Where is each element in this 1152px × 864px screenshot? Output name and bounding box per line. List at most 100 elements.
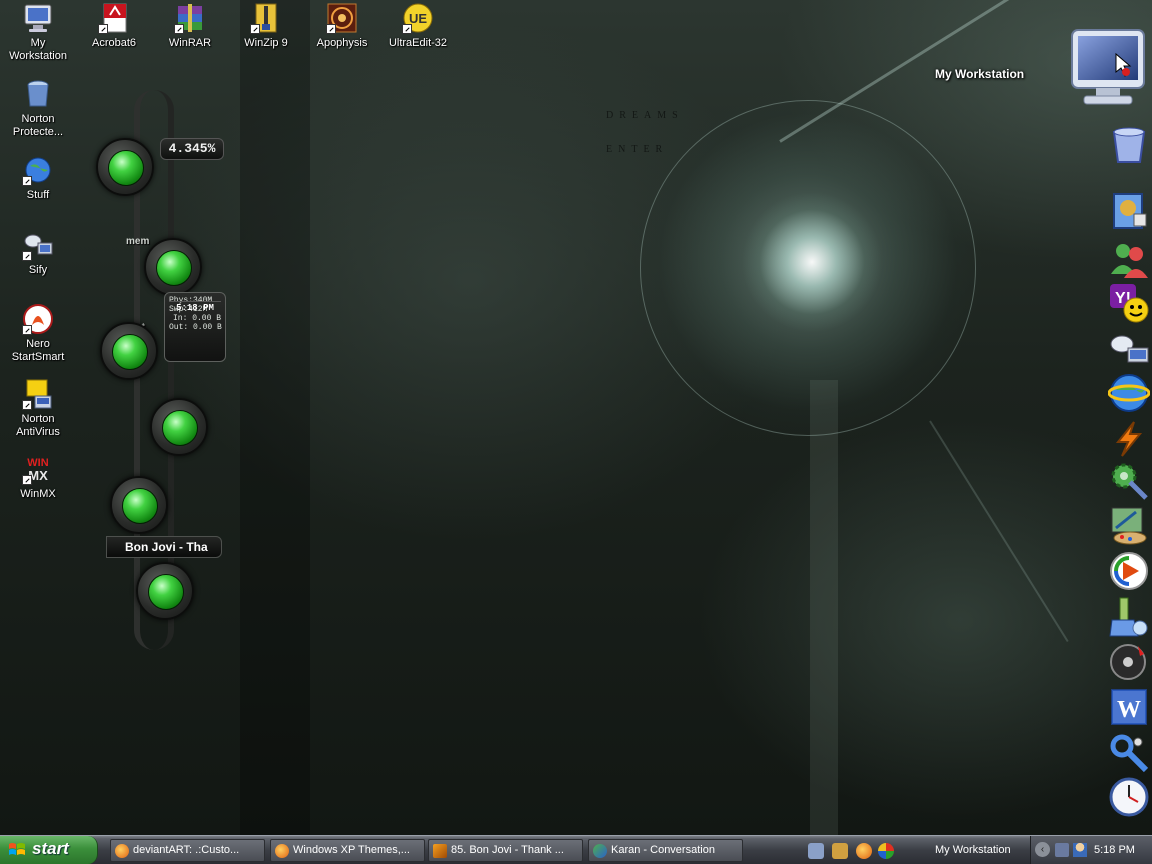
network-tray-icon[interactable] (1055, 843, 1069, 857)
photo-viewer-icon[interactable] (1108, 190, 1150, 232)
norton-bin-icon (22, 78, 54, 110)
shortcut-arrow-icon (250, 24, 260, 34)
media-player-icon[interactable] (1108, 550, 1150, 592)
desktop-icon-nero-startsmart[interactable]: Nero StartSmart (0, 303, 76, 364)
cpu-pod[interactable] (96, 138, 154, 196)
shortcut-arrow-icon (174, 24, 184, 34)
cleaner-icon[interactable] (1108, 596, 1150, 638)
desktop-icon-apophysis[interactable]: Apophysis (304, 2, 380, 50)
internet-explorer-icon[interactable] (1108, 372, 1150, 414)
taskbar-button-label: Windows XP Themes,... (293, 844, 410, 856)
taskbar-button-winamp[interactable]: 85. Bon Jovi - Thank ... (428, 839, 583, 862)
desktop-icon-sify[interactable]: Sify (0, 229, 76, 277)
taskbar-clock[interactable]: 5:18 PM (1094, 844, 1135, 856)
play-button-icon (122, 488, 158, 524)
desktop-icon-my-workstation[interactable]: My Workstation (0, 2, 76, 63)
quicklaunch-firefox-icon[interactable] (856, 843, 872, 859)
taskbar-button-winxp-themes[interactable]: Windows XP Themes,... (270, 839, 425, 862)
winamp-icon[interactable] (1108, 418, 1150, 460)
desktop-icon-ultraedit32[interactable]: UE UltraEdit-32 (380, 2, 456, 50)
player-control-pod[interactable] (110, 476, 168, 534)
disk-pod[interactable] (150, 398, 208, 456)
clock-icon[interactable] (1108, 776, 1150, 818)
desktop-icon-winrar[interactable]: WinRAR (152, 2, 228, 50)
shortcut-arrow-icon (22, 251, 32, 261)
nero-icon (22, 303, 54, 335)
cpu-usage-readout: 4.345% (160, 138, 224, 160)
toolbar-my-workstation[interactable]: My Workstation (935, 844, 1011, 856)
firefox-icon (115, 844, 129, 858)
yahoo-messenger-icon[interactable]: Y! (1108, 282, 1150, 324)
desktop-icon-label: Nero StartSmart (11, 338, 65, 363)
norton-antivirus-icon (22, 378, 54, 410)
shortcut-arrow-icon (22, 325, 32, 335)
winmx-icon: WIN MX (22, 453, 54, 485)
user-tray-icon[interactable] (1073, 843, 1087, 857)
desktop-icon-acrobat6[interactable]: Acrobat6 (76, 2, 152, 50)
dock-title: My Workstation (935, 67, 1025, 81)
player-next-pod[interactable] (136, 562, 194, 620)
firefox-icon (275, 844, 289, 858)
widget-clock: 5:18 PM (169, 301, 221, 358)
desktop-icon-label: UltraEdit-32 (388, 37, 448, 49)
messenger-icon[interactable] (1108, 238, 1150, 280)
desktop-icon-label: Stuff (26, 189, 50, 201)
apophysis-icon (326, 2, 358, 34)
globe-icon (22, 154, 54, 186)
mem-pod[interactable] (144, 238, 202, 296)
paint-icon[interactable] (1108, 504, 1150, 546)
mem-label: mem (126, 236, 150, 247)
cd-player-icon[interactable] (1108, 640, 1150, 682)
wallpaper-stripe (240, 0, 310, 835)
wallpaper-beam-lower (929, 420, 1069, 643)
tools-icon[interactable] (1108, 732, 1150, 774)
desktop-icon-winmx[interactable]: WIN MX WinMX (0, 453, 76, 501)
play-arrow-icon (148, 574, 184, 610)
recycle-bin-icon[interactable] (1108, 124, 1150, 166)
desktop-icon-stuff[interactable]: Stuff (0, 154, 76, 202)
desktop-icon-label: WinRAR (168, 37, 212, 49)
taskbar-button-label: deviantART: .:Custo... (133, 844, 240, 856)
satellite-icon (22, 229, 54, 261)
taskbar-button-conversation[interactable]: Karan - Conversation (588, 839, 743, 862)
tray-expand-icon[interactable]: ‹ (1035, 842, 1050, 857)
quicklaunch-desktop-icon[interactable] (808, 843, 824, 859)
shortcut-arrow-icon (22, 400, 32, 410)
ultraedit-icon: UE (402, 2, 434, 34)
start-label: start (32, 839, 69, 858)
mem-orb-icon (156, 250, 192, 286)
desktop-icon-label: Norton AntiVirus (16, 413, 60, 438)
taskbar-button-label: Karan - Conversation (611, 844, 715, 856)
wallpaper-orb-ring (640, 100, 976, 436)
desktop-icon-label: WinZip 9 (244, 37, 288, 49)
quicklaunch-media-icon[interactable] (878, 843, 894, 859)
start-button[interactable]: start (0, 836, 98, 864)
desktop-icon-label: WinMX (20, 488, 56, 500)
desktop-icon-norton-antivirus[interactable]: Norton AntiVirus (0, 378, 76, 439)
desktop-icon-label: My Workstation (9, 37, 67, 62)
shortcut-arrow-icon (22, 176, 32, 186)
shortcut-arrow-icon (402, 24, 412, 34)
my-workstation-monitor-icon[interactable] (1066, 28, 1150, 108)
cpu-orb-icon (108, 150, 144, 186)
satellite-dock-icon[interactable] (1108, 328, 1150, 370)
wallpaper-pillar (810, 380, 838, 835)
winamp-icon (433, 844, 447, 858)
taskbar-button-deviantart[interactable]: deviantART: .:Custo... (110, 839, 265, 862)
shortcut-arrow-icon (326, 24, 336, 34)
winrar-icon (174, 2, 206, 34)
settings-icon[interactable] (1108, 460, 1150, 502)
computer-icon (22, 2, 54, 34)
messenger-icon (593, 844, 607, 858)
acrobat-icon (98, 2, 130, 34)
svg-text:W: W (1117, 697, 1141, 723)
desktop-icon-norton-protected[interactable]: Norton Protecte... (0, 78, 76, 139)
system-monitor-widget[interactable]: 4.345% mem net Phys:340M Swp:412M In: 0.… (90, 84, 232, 654)
word-icon[interactable]: W (1108, 686, 1150, 728)
net-pod[interactable] (100, 322, 158, 380)
net-orb-icon (112, 334, 148, 370)
quicklaunch-winamp-icon[interactable] (832, 843, 848, 859)
taskbar: start deviantART: .:Custo... Windows XP … (0, 835, 1152, 864)
disk-orb-icon (162, 410, 198, 446)
desktop-icon-winzip9[interactable]: WinZip 9 (228, 2, 304, 50)
